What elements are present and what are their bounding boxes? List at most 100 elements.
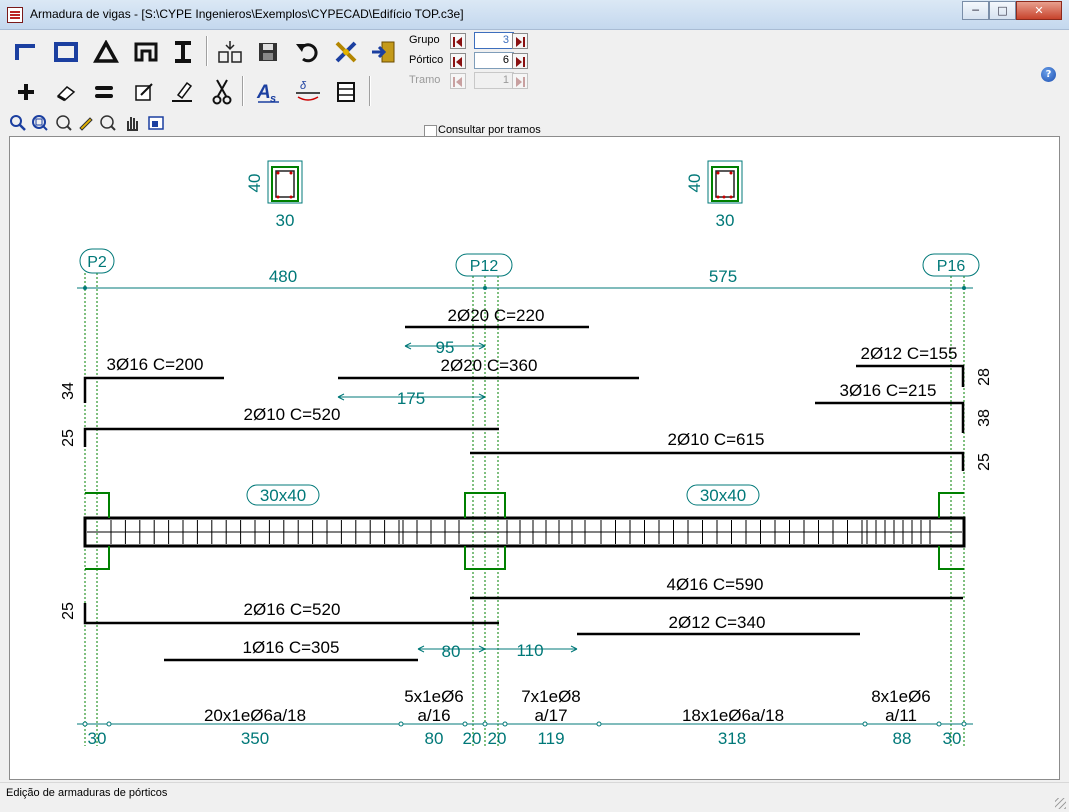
grupo-prev-button[interactable] <box>450 33 466 49</box>
stirrup-spacing[interactable]: a/11 <box>885 706 917 725</box>
beam-elevation[interactable] <box>83 492 966 570</box>
print-icon[interactable] <box>328 74 364 110</box>
minimize-button[interactable]: ─ <box>962 1 989 20</box>
hook-length: 25 <box>976 453 993 471</box>
triangle-icon[interactable] <box>88 34 124 70</box>
stirrup-zone-length: 30 <box>943 729 962 748</box>
deflection-icon[interactable]: δ <box>290 74 326 110</box>
exit-icon[interactable] <box>366 34 402 70</box>
rebar-label[interactable]: 3Ø16 C=215 <box>840 381 937 400</box>
stirrup-label[interactable]: 18x1eØ6a/18 <box>682 706 784 725</box>
section-right-height: 40 <box>685 174 704 193</box>
span-length: 575 <box>709 267 737 286</box>
edit-icon[interactable] <box>126 74 162 110</box>
zoom-in-icon[interactable] <box>98 113 118 133</box>
beam-rect-icon[interactable] <box>48 34 84 70</box>
view-icon[interactable] <box>146 113 166 133</box>
rebar-label[interactable]: 2Ø12 C=340 <box>669 613 766 632</box>
tramo-prev-button[interactable] <box>450 73 466 89</box>
help-icon[interactable]: ? <box>1041 67 1056 82</box>
window-title: Armadura de vigas - [S:\CYPE Ingenieros\… <box>30 7 464 21</box>
beam-i-icon[interactable] <box>165 34 201 70</box>
rebar-label[interactable]: 2Ø10 C=615 <box>668 430 765 449</box>
hook-length: 28 <box>976 368 993 386</box>
consultar-label: Consultar por tramos <box>438 124 541 136</box>
tramo-label: Tramo <box>409 74 441 86</box>
stirrup-zone-length: 350 <box>241 729 269 748</box>
merge-icon[interactable] <box>212 34 248 70</box>
area-steel-icon[interactable]: As <box>250 74 286 110</box>
status-text: Edição de armaduras de pórticos <box>6 787 168 799</box>
svg-text:δ: δ <box>300 80 307 92</box>
column-label: P16 <box>937 258 966 275</box>
stirrup-spacing[interactable]: a/16 <box>417 706 450 725</box>
anchorage-dim: 175 <box>397 389 425 408</box>
rebar-label[interactable]: 2Ø10 C=520 <box>244 405 341 424</box>
span-length: 480 <box>269 267 297 286</box>
stirrup-label[interactable]: 8x1eØ6 <box>871 687 931 706</box>
grupo-field[interactable]: 3 <box>474 32 514 49</box>
undo-icon[interactable] <box>288 34 324 70</box>
stirrup-label[interactable]: 7x1eØ8 <box>521 687 581 706</box>
beam-size: 30x40 <box>700 486 746 505</box>
column-label: P12 <box>470 258 499 275</box>
hook-length: 38 <box>976 409 993 427</box>
hook-length: 25 <box>60 602 77 620</box>
maximize-button[interactable]: □ <box>989 1 1016 20</box>
section-left-width: 30 <box>276 211 295 230</box>
drawing-canvas[interactable]: 40 30 40 30 P2 P12 P16 480 575 2Ø20 C=22… <box>9 136 1060 780</box>
portico-prev-button[interactable] <box>450 53 466 69</box>
svg-text:s: s <box>270 93 276 105</box>
title-bar: Armadura de vigas - [S:\CYPE Ingenieros\… <box>0 0 1069 30</box>
stirrup-zone-length: 119 <box>537 729 564 748</box>
section-left: 40 30 <box>245 160 303 230</box>
rebar-line <box>815 401 965 433</box>
rebar-label[interactable]: 3Ø16 C=200 <box>107 355 204 374</box>
pen-icon[interactable] <box>164 74 200 110</box>
zoom-edit-icon[interactable] <box>76 113 96 133</box>
zoom-fit-icon[interactable] <box>54 113 74 133</box>
stirrup-spacing[interactable]: a/17 <box>534 706 567 725</box>
rebar-line <box>83 427 499 447</box>
grupo-next-button[interactable] <box>512 33 528 49</box>
pan-hand-icon[interactable] <box>122 113 142 133</box>
portico-field[interactable]: 6 <box>474 52 514 69</box>
rebar-label[interactable]: 4Ø16 C=590 <box>667 575 764 594</box>
portico-next-button[interactable] <box>512 53 528 69</box>
rebar-label[interactable]: 2Ø16 C=520 <box>244 600 341 619</box>
tools-icon[interactable] <box>328 34 364 70</box>
close-button[interactable]: ✕ <box>1016 1 1062 20</box>
section-right-width: 30 <box>716 211 735 230</box>
stirrup-zone-length: 30 <box>88 729 107 748</box>
stirrup-zone-length: 80 <box>425 729 444 748</box>
beam-t-icon[interactable] <box>128 34 164 70</box>
toolbar: Grupo 3 Pórtico 6 Tramo 1 As δ Consultar… <box>0 30 1069 138</box>
zoom-select-icon[interactable] <box>8 113 28 133</box>
rebar-label[interactable]: 2Ø20 C=360 <box>441 356 538 375</box>
beam-l-icon[interactable] <box>8 34 44 70</box>
zoom-window-icon[interactable] <box>30 113 50 133</box>
add-icon[interactable] <box>8 74 44 110</box>
anchorage-dim: 95 <box>436 338 455 357</box>
hook-length: 25 <box>60 429 77 447</box>
stirrup-zone-length: 88 <box>893 729 912 748</box>
portico-label: Pórtico <box>409 54 444 66</box>
stirrup-label[interactable]: 20x1eØ6a/18 <box>204 706 306 725</box>
tramo-next-button[interactable] <box>512 73 528 89</box>
section-right: 40 30 <box>685 160 743 230</box>
stirrup-zone-length: 20 <box>488 729 507 748</box>
stirrup-zone-length: 318 <box>718 729 746 748</box>
save-icon[interactable] <box>250 34 286 70</box>
anchorage-dim: 110 <box>516 641 543 660</box>
anchorage-dim: 80 <box>442 642 461 661</box>
rebar-line <box>83 376 224 403</box>
resize-grip[interactable] <box>1055 798 1066 809</box>
scissors-icon[interactable] <box>204 74 240 110</box>
eraser-icon[interactable] <box>48 74 84 110</box>
stirrup-label[interactable]: 5x1eØ6 <box>404 687 464 706</box>
rebar-label[interactable]: 1Ø16 C=305 <box>243 638 340 657</box>
equal-bars-icon[interactable] <box>86 74 122 110</box>
rebar-label[interactable]: 2Ø12 C=155 <box>861 344 958 363</box>
tramo-field[interactable]: 1 <box>474 72 514 89</box>
rebar-label[interactable]: 2Ø20 C=220 <box>448 306 545 325</box>
